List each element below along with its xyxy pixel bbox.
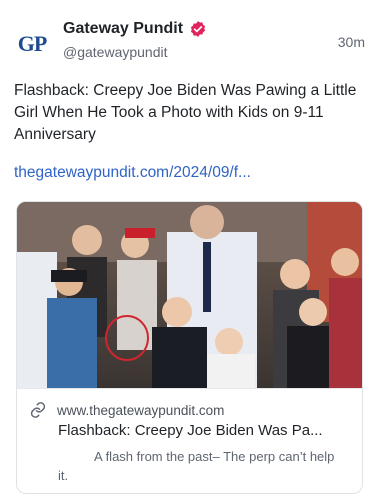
card-meta: www.thegatewaypundit.com Flashback: Cree… [17,388,362,493]
avatar-logo: GP [17,31,48,56]
link-icon [30,402,46,418]
post-text: Flashback: Creepy Joe Biden Was Pawing a… [14,82,357,143]
post-link[interactable]: thegatewaypundit.com/2024/09/f... [14,164,251,182]
card-image[interactable] [17,202,362,388]
author-display-name[interactable]: Gateway Pundit [63,20,183,38]
verified-badge-icon [190,21,206,37]
avatar[interactable]: GP [14,26,50,62]
author-handle[interactable]: @gatewaypundit [63,44,168,60]
post-timestamp[interactable]: 30m [338,34,365,50]
card-domain-row: www.thegatewaypundit.com [29,401,224,419]
author-name-row: Gateway Pundit [63,20,207,38]
link-preview-card[interactable]: www.thegatewaypundit.com Flashback: Cree… [16,201,363,494]
card-title[interactable]: Flashback: Creepy Joe Biden Was Pa... [58,422,348,439]
card-domain: www.thegatewaypundit.com [57,402,225,418]
post-header: GP Gateway Pundit @gatewaypundit 30m [14,18,365,68]
card-description: A flash from the past– The perp can’t he… [58,449,335,483]
post[interactable]: GP Gateway Pundit @gatewaypundit 30m Fla… [0,0,379,500]
